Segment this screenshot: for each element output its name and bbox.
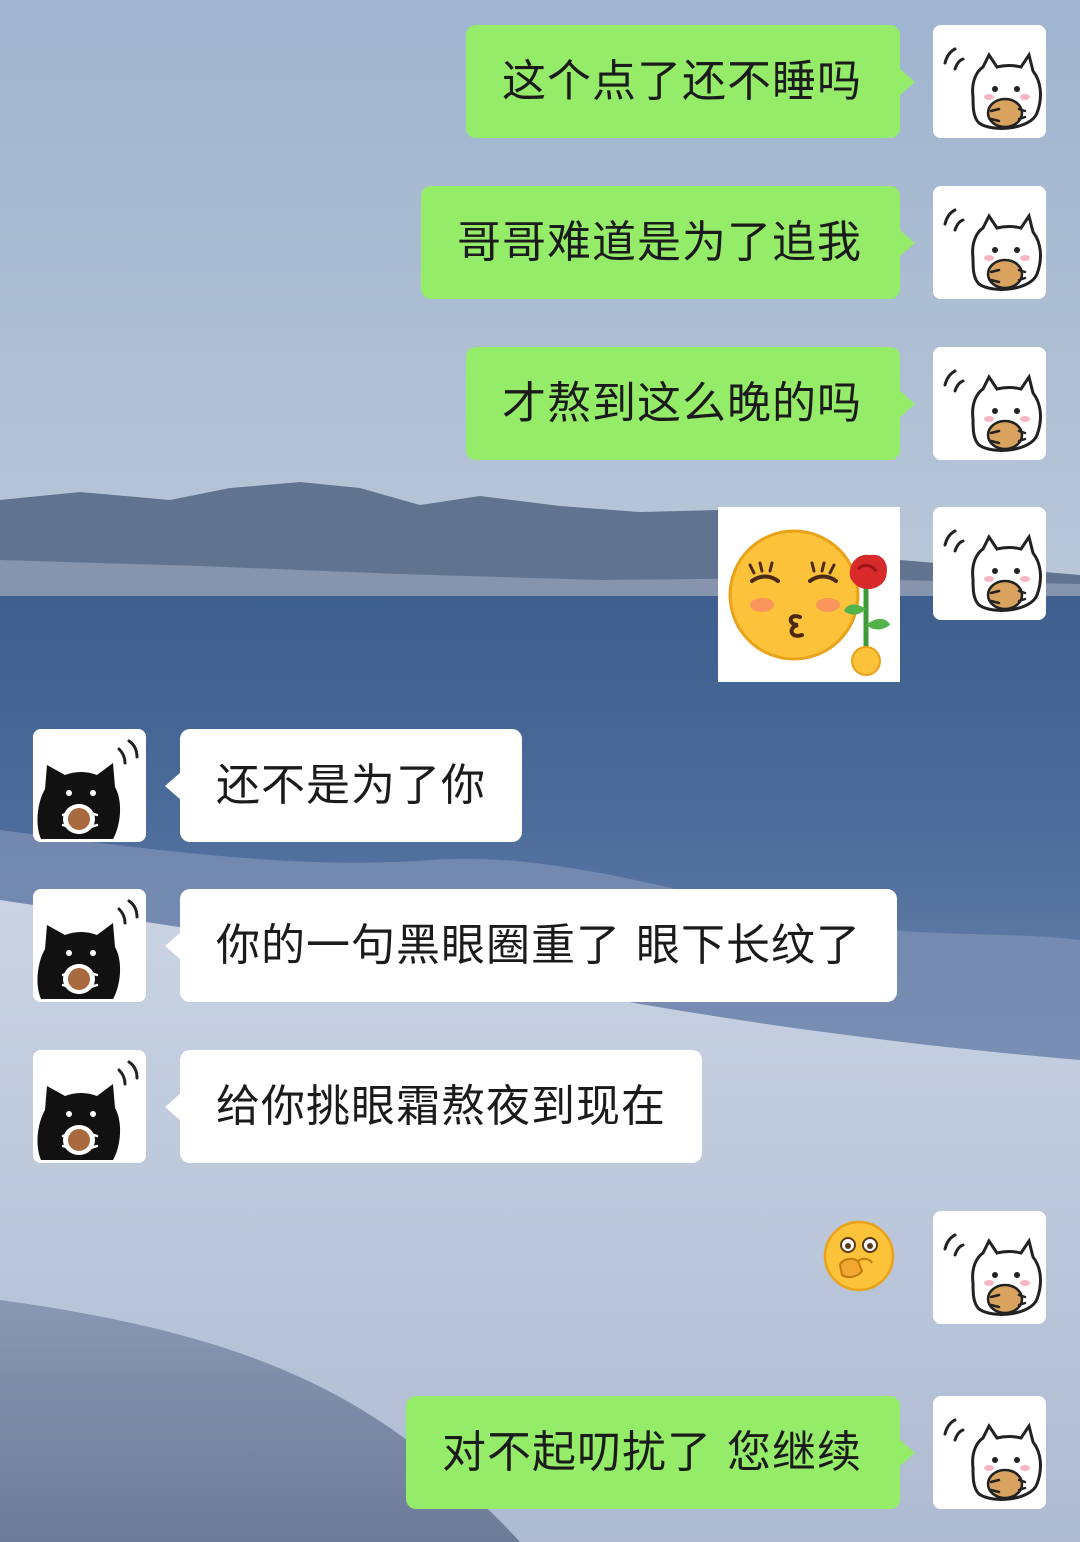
message-bubble-outgoing[interactable]: 这个点了还不睡吗 xyxy=(466,25,915,138)
white-cat-avatar-icon[interactable] xyxy=(933,1211,1046,1324)
black-cat-avatar-icon[interactable] xyxy=(33,1050,146,1163)
message-bubble-incoming[interactable]: 你的一句黑眼圈重了 眼下长纹了 xyxy=(165,889,897,1002)
black-cat-avatar-icon[interactable] xyxy=(33,889,146,1002)
white-cat-avatar-icon[interactable] xyxy=(933,1396,1046,1509)
white-cat-avatar-icon[interactable] xyxy=(933,507,1046,620)
white-cat-avatar-icon[interactable] xyxy=(933,186,1046,299)
message-row: 给你挑眼霜熬夜到现在 xyxy=(0,1050,1080,1163)
message-bubble-outgoing[interactable]: 才熬到这么晚的吗 xyxy=(466,347,915,460)
message-row: 你的一句黑眼圈重了 眼下长纹了 xyxy=(0,889,1080,1002)
black-cat-avatar-icon[interactable] xyxy=(33,729,146,842)
white-cat-avatar-icon[interactable] xyxy=(933,25,1046,138)
message-row: 还不是为了你 xyxy=(0,729,1080,842)
message-bubble-incoming[interactable]: 还不是为了你 xyxy=(165,729,522,842)
message-row xyxy=(0,1211,1080,1324)
message-row: 哥哥难道是为了追我 xyxy=(0,186,1080,299)
message-row: 对不起叨扰了 您继续 xyxy=(0,1396,1080,1509)
message-bubble-outgoing[interactable]: 哥哥难道是为了追我 xyxy=(421,186,915,299)
kiss-rose-emoji-icon[interactable] xyxy=(718,507,900,682)
message-bubble-incoming[interactable]: 给你挑眼霜熬夜到现在 xyxy=(165,1050,702,1163)
message-bubble-outgoing[interactable]: 对不起叨扰了 您继续 xyxy=(406,1396,915,1509)
white-cat-avatar-icon[interactable] xyxy=(933,347,1046,460)
message-row: 才熬到这么晚的吗 xyxy=(0,347,1080,460)
message-row: 这个点了还不睡吗 xyxy=(0,25,1080,138)
shy-cover-mouth-emoji-icon[interactable] xyxy=(818,1215,900,1297)
message-row xyxy=(0,507,1080,682)
